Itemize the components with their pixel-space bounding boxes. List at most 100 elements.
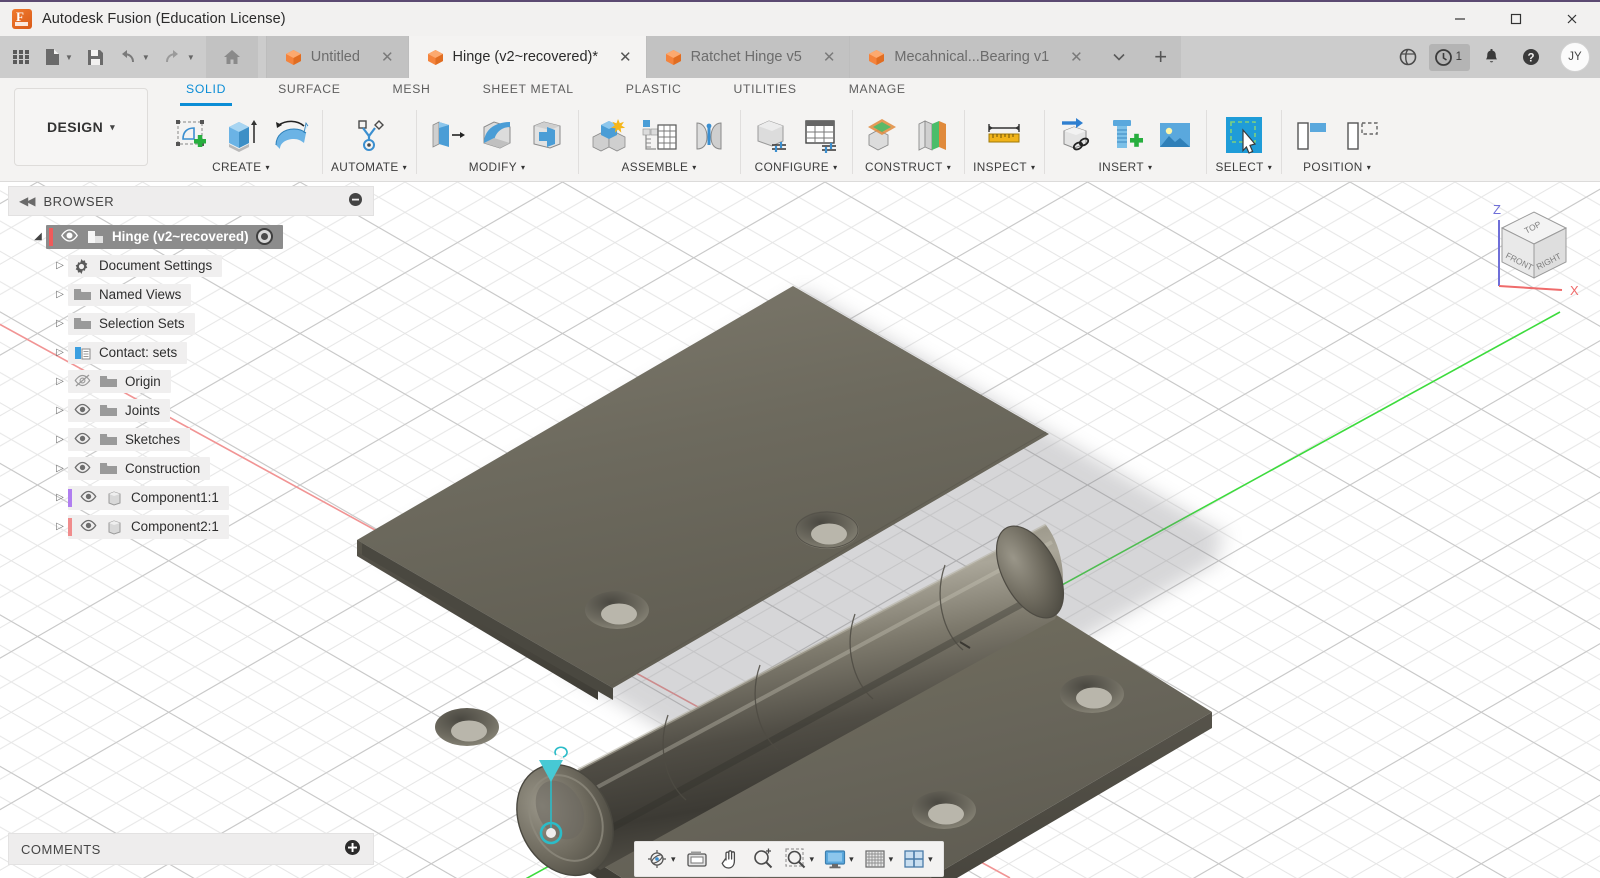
tree-item-document-settings[interactable]: ▷ Document Settings [8, 251, 374, 280]
viewports-tool[interactable]: ▾ [898, 844, 937, 874]
tab-close-icon[interactable]: ✕ [823, 50, 836, 65]
chevron-down-icon[interactable]: ▾ [521, 163, 525, 172]
joint-icon[interactable] [687, 112, 731, 158]
chevron-down-icon[interactable]: ▾ [692, 163, 696, 172]
chevron-down-icon[interactable]: ▾ [403, 163, 407, 172]
image-canvas-icon[interactable] [1153, 112, 1197, 158]
fillet-icon[interactable] [475, 112, 519, 158]
chevron-down-icon[interactable]: ▾ [1148, 163, 1152, 172]
file-new-icon[interactable]: ▼ [38, 40, 78, 74]
orbit-tool[interactable]: ▾ [641, 844, 680, 874]
chevron-down-icon[interactable]: ▾ [810, 854, 815, 865]
zoom-tool[interactable] [747, 844, 779, 874]
new-tab-button[interactable]: + [1141, 36, 1181, 78]
tree-item-selection-sets[interactable]: ▷ Selection Sets [8, 309, 374, 338]
eye-visible-icon[interactable] [60, 228, 79, 245]
chevron-down-icon[interactable]: ▾ [1367, 163, 1371, 172]
activate-radio-icon[interactable] [256, 228, 273, 245]
eye-visible-icon[interactable] [73, 402, 92, 419]
tree-item-construction[interactable]: ▷ Construction [8, 454, 374, 483]
tree-item-origin[interactable]: ▷ Origin [8, 367, 374, 396]
ribbon-tab-solid[interactable]: SOLID [160, 78, 252, 104]
twisty-icon[interactable]: ▷ [52, 405, 68, 416]
tree-item-component2[interactable]: ▷ Component2:1 [8, 512, 374, 541]
document-tab-1[interactable]: Hinge (v2~recovered)* ✕ [408, 36, 646, 78]
tree-item-joints[interactable]: ▷ Joints [8, 396, 374, 425]
workspace-switcher[interactable]: DESIGN ▾ [14, 88, 148, 166]
tab-close-icon[interactable]: ✕ [381, 50, 394, 65]
job-status-badge[interactable]: 1 [1429, 44, 1470, 71]
grid-apps-icon[interactable] [6, 40, 36, 74]
tree-item-root[interactable]: ◢ Hinge (v2~recovered) [8, 222, 374, 251]
zoom-window-tool[interactable]: ▾ [780, 844, 819, 874]
save-disk-icon[interactable] [80, 40, 110, 74]
tree-item-named-views[interactable]: ▷ Named Views [8, 280, 374, 309]
bolt-plus-icon[interactable] [1103, 112, 1147, 158]
close-button[interactable] [1544, 1, 1600, 37]
eye-hidden-icon[interactable] [73, 373, 92, 390]
automate-node-icon[interactable] [347, 112, 391, 158]
twisty-icon[interactable]: ◢ [30, 231, 46, 242]
chevron-down-icon[interactable]: ▾ [1268, 163, 1272, 172]
extrude-icon[interactable] [219, 112, 263, 158]
eye-visible-icon[interactable] [73, 431, 92, 448]
home-tab-button[interactable] [206, 36, 258, 78]
question-help-icon[interactable]: ? [1512, 40, 1550, 74]
document-tab-0[interactable]: Untitled ✕ [266, 36, 408, 78]
select-cursor-icon[interactable] [1222, 112, 1266, 158]
chevron-down-icon[interactable]: ▾ [928, 854, 933, 865]
avatar[interactable]: JY [1560, 42, 1590, 72]
chevron-down-icon[interactable]: ▾ [1031, 163, 1035, 172]
undo-arrow-icon[interactable]: ▼ [112, 40, 155, 74]
configure-table-icon[interactable] [799, 112, 843, 158]
minimize-button[interactable] [1432, 1, 1488, 37]
sketch-plus-icon[interactable] [169, 112, 213, 158]
align-icon[interactable] [1290, 112, 1334, 158]
grid-snaps-tool[interactable]: ▾ [859, 844, 898, 874]
comments-panel[interactable]: COMMENTS [8, 833, 374, 865]
twisty-icon[interactable]: ▷ [52, 376, 68, 387]
twisty-icon[interactable]: ▷ [52, 318, 68, 329]
derive-link-icon[interactable] [1053, 112, 1097, 158]
measure-ruler-icon[interactable] [982, 112, 1026, 158]
chevron-down-icon[interactable]: ▾ [671, 854, 676, 865]
tab-close-icon[interactable]: ✕ [619, 50, 632, 65]
twisty-icon[interactable]: ▷ [52, 463, 68, 474]
collapse-left-icon[interactable]: ◀◀ [19, 194, 33, 208]
ribbon-tab-manage[interactable]: MANAGE [823, 78, 932, 104]
redo-arrow-icon[interactable]: ▼ [157, 40, 200, 74]
chevron-down-icon[interactable]: ▾ [265, 163, 269, 172]
ribbon-tab-sheet-metal[interactable]: SHEET METAL [457, 78, 600, 104]
twisty-icon[interactable]: ▷ [52, 289, 68, 300]
twisty-icon[interactable]: ▷ [52, 434, 68, 445]
document-tab-2[interactable]: Ratchet Hinge v5 ✕ [646, 36, 850, 78]
offset-plane-icon[interactable] [861, 112, 905, 158]
joint-table-icon[interactable] [637, 112, 681, 158]
view-cube[interactable]: Z X TOP FRONT RIGHT [1454, 190, 1594, 302]
minus-circle-icon[interactable] [348, 192, 363, 210]
press-pull-icon[interactable] [425, 112, 469, 158]
twisty-icon[interactable]: ▷ [52, 260, 68, 271]
tab-close-icon[interactable]: ✕ [1070, 50, 1083, 65]
tab-overflow-chevron-down-icon[interactable] [1097, 36, 1141, 78]
ribbon-tab-utilities[interactable]: UTILITIES [708, 78, 823, 104]
eye-visible-icon[interactable] [79, 518, 98, 535]
ribbon-tab-surface[interactable]: SURFACE [252, 78, 366, 104]
chevron-down-icon[interactable]: ▾ [947, 163, 951, 172]
eye-visible-icon[interactable] [79, 489, 98, 506]
twisty-icon[interactable]: ▷ [52, 521, 68, 532]
chevron-down-icon[interactable]: ▾ [889, 854, 894, 865]
extension-icon[interactable] [1389, 40, 1427, 74]
configure-cube-icon[interactable] [749, 112, 793, 158]
pan-hand-tool[interactable] [714, 844, 746, 874]
bell-icon[interactable] [1472, 40, 1510, 74]
ribbon-tab-plastic[interactable]: PLASTIC [600, 78, 708, 104]
eye-visible-icon[interactable] [73, 460, 92, 477]
look-at-tool[interactable] [681, 844, 713, 874]
shell-icon[interactable] [525, 112, 569, 158]
twisty-icon[interactable]: ▷ [52, 347, 68, 358]
revolve-icon[interactable] [269, 112, 313, 158]
tree-item-contact-sets[interactable]: ▷ Contact: sets [8, 338, 374, 367]
midplane-icon[interactable] [911, 112, 955, 158]
plus-circle-icon[interactable] [344, 839, 361, 859]
